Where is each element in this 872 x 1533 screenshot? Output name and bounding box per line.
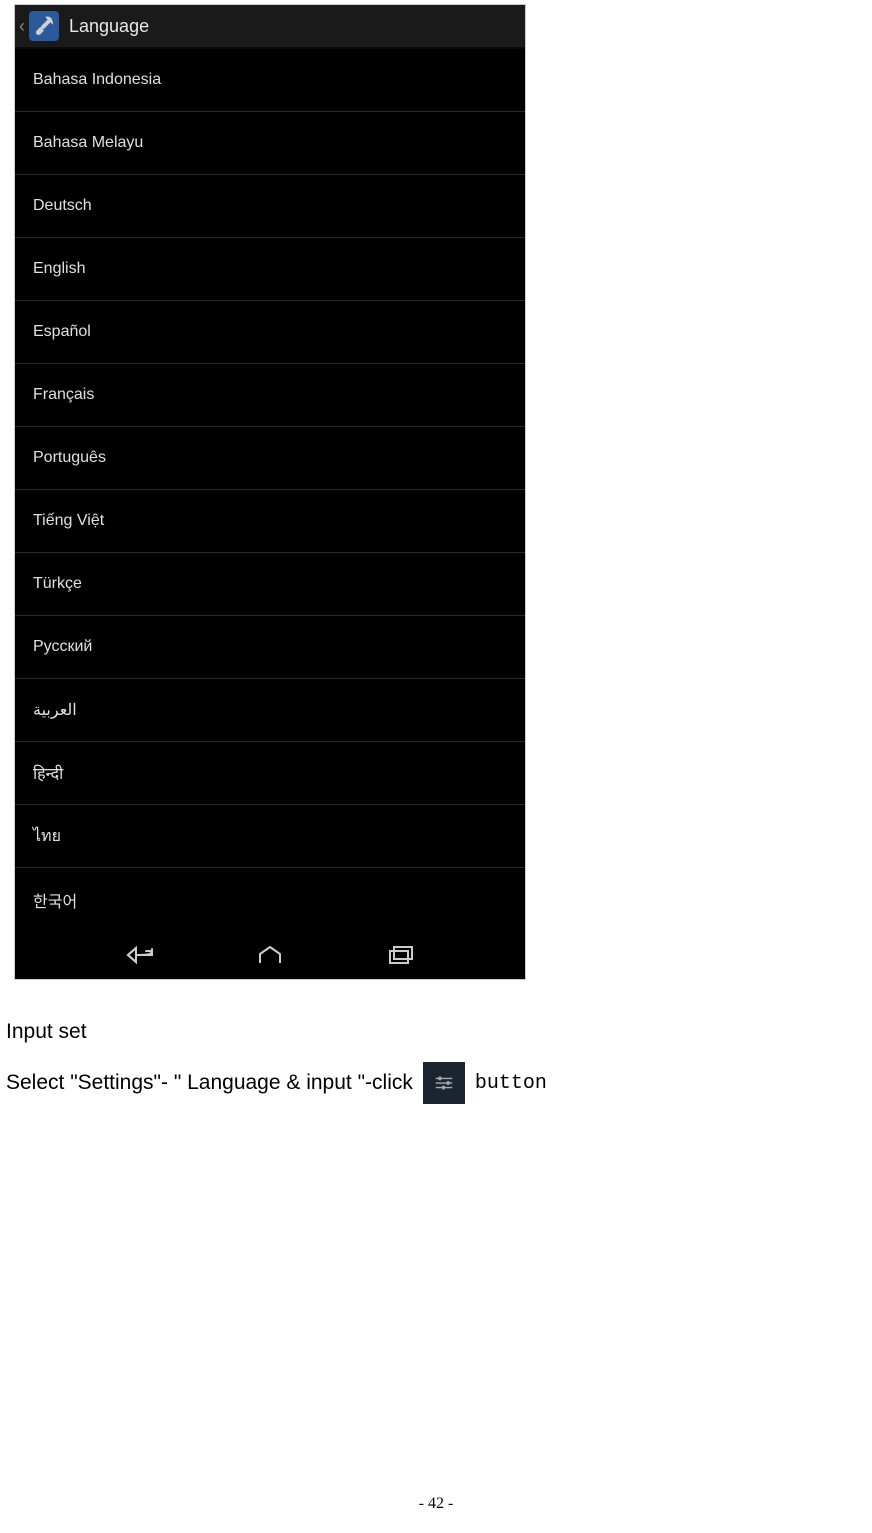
- recent-apps-icon[interactable]: [380, 935, 420, 975]
- language-item[interactable]: Português: [15, 427, 525, 490]
- settings-wrench-icon[interactable]: [29, 11, 59, 41]
- language-item[interactable]: Türkçe: [15, 553, 525, 616]
- section-heading: Input set: [6, 1020, 872, 1044]
- instruction-text: Select "Settings"- " Language & input "-…: [6, 1071, 413, 1095]
- language-item[interactable]: Русский: [15, 616, 525, 679]
- nav-bar: [15, 931, 525, 979]
- language-item[interactable]: Bahasa Indonesia: [15, 49, 525, 112]
- language-item[interactable]: Español: [15, 301, 525, 364]
- language-item[interactable]: Bahasa Melayu: [15, 112, 525, 175]
- language-item[interactable]: Deutsch: [15, 175, 525, 238]
- language-item[interactable]: العربية: [15, 679, 525, 742]
- language-item[interactable]: English: [15, 238, 525, 301]
- header-bar: ‹ Language: [15, 5, 525, 49]
- back-icon[interactable]: [120, 935, 160, 975]
- sliders-settings-icon: [423, 1062, 465, 1104]
- instruction-line: Select "Settings"- " Language & input "-…: [6, 1062, 872, 1104]
- language-list: Bahasa Indonesia Bahasa Melayu Deutsch E…: [15, 49, 525, 931]
- language-item[interactable]: Tiếng Việt: [15, 490, 525, 553]
- android-screenshot: ‹ Language Bahasa Indonesia Bahasa Melay…: [14, 4, 526, 980]
- page-number: - 42 -: [419, 1495, 454, 1513]
- button-word: button: [475, 1072, 547, 1095]
- language-item[interactable]: 한국어: [15, 868, 525, 931]
- language-item[interactable]: Français: [15, 364, 525, 427]
- header-title: Language: [69, 16, 149, 37]
- home-icon[interactable]: [250, 935, 290, 975]
- language-item[interactable]: हिन्दी: [15, 742, 525, 805]
- back-chevron-icon[interactable]: ‹: [15, 16, 29, 37]
- document-content: Input set Select "Settings"- " Language …: [6, 1020, 872, 1104]
- language-item[interactable]: ไทย: [15, 805, 525, 868]
